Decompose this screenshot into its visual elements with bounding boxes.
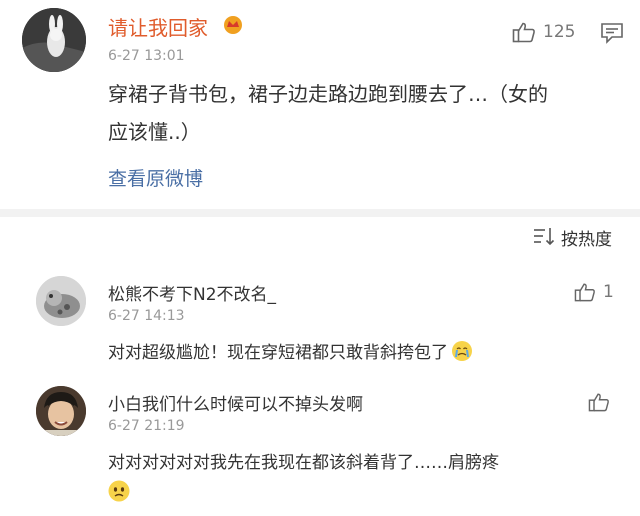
section-divider — [0, 209, 640, 217]
view-original-link[interactable]: 查看原微博 — [108, 164, 203, 191]
post-text: 穿裙子背书包，裙子边走路边跑到腰去了…（女的 应该懂..） — [108, 75, 633, 151]
comment-text-row: 对对超级尴尬！现在穿短裙都只敢背斜挎包了 — [108, 338, 628, 363]
sad-emoji-icon — [108, 480, 130, 502]
comment-icon[interactable] — [600, 22, 624, 44]
thumbs-up-icon[interactable] — [574, 282, 596, 302]
comment-text: 对对对对对对我先在我现在都该斜着背了……肩膀疼 — [108, 453, 499, 473]
post-text-line1: 穿裙子背书包，裙子边走路边跑到腰去了…（女的 — [108, 82, 548, 106]
comment-avatar[interactable] — [36, 276, 86, 326]
post-avatar[interactable] — [22, 8, 86, 72]
post-like-count: 125 — [543, 22, 576, 42]
thumbs-up-icon[interactable] — [588, 392, 610, 412]
main-post: 请让我回家 6-27 13:01 125 穿裙子背书包，裙子边走路边跑到腰去了…… — [0, 0, 640, 209]
crown-badge-icon — [222, 15, 244, 35]
post-username[interactable]: 请让我回家 — [108, 12, 208, 41]
comment-item: 松熊不考下N2不改名_ 6-27 14:13 1 对对超级尴尬！现在穿短裙都只敢… — [0, 262, 640, 372]
sort-icon[interactable] — [533, 226, 555, 246]
thumbs-up-icon[interactable] — [512, 21, 536, 43]
cry-emoji-icon — [452, 341, 472, 361]
comment-username[interactable]: 松熊不考下N2不改名_ — [108, 280, 276, 305]
comment-text: 对对超级尴尬！现在穿短裙都只敢背斜挎包了 — [108, 343, 448, 363]
comment-username[interactable]: 小白我们什么时候可以不掉头发啊 — [108, 390, 363, 415]
comment-item: 小白我们什么时候可以不掉头发啊 6-27 21:19 对对对对对对我先在我现在都… — [0, 372, 640, 516]
sort-by-hot-button[interactable]: 按热度 — [561, 225, 612, 250]
comment-avatar[interactable] — [36, 386, 86, 436]
comment-like-count: 1 — [603, 282, 614, 302]
post-text-line2: 应该懂..） — [108, 120, 201, 144]
comment-time: 6-27 21:19 — [108, 418, 185, 434]
comment-time: 6-27 14:13 — [108, 308, 185, 324]
post-time: 6-27 13:01 — [108, 48, 185, 64]
